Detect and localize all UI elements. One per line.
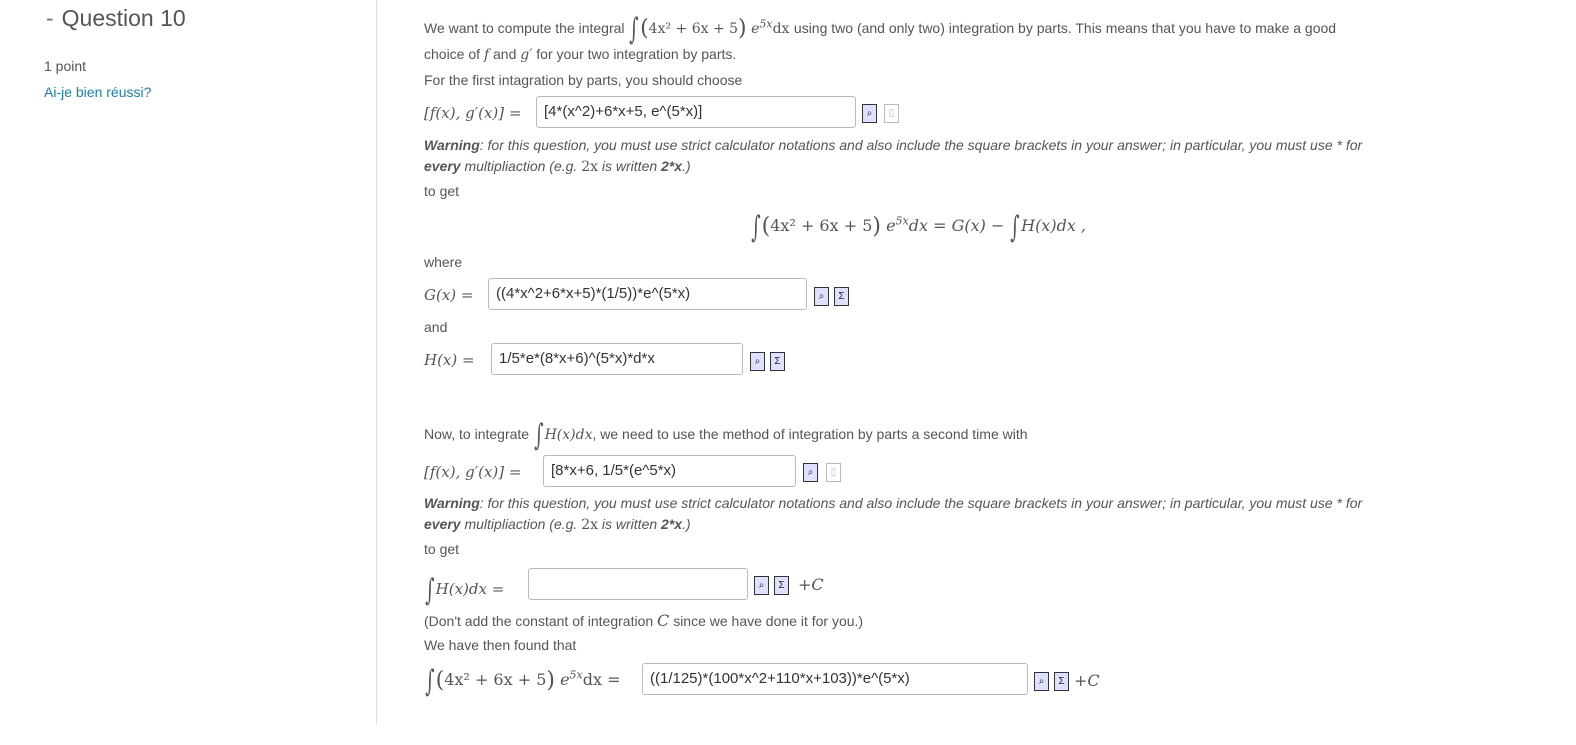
warning-code: 2*x: [661, 158, 683, 174]
now-line: Now, to integrate ∫H(x)dx, we need to us…: [424, 418, 1028, 453]
h-input[interactable]: 1/5*e*(8*x+6)^(5*x)*d*x: [491, 343, 743, 375]
warning-label: Warning: [424, 137, 480, 153]
warning-every: every: [424, 158, 461, 174]
collapse-dash[interactable]: -: [46, 5, 54, 31]
warning-text: : for this question, you must use strict…: [479, 137, 1363, 153]
warning-2: Warning: for this question, you must use…: [424, 493, 1404, 536]
sigma-icon[interactable]: Σ: [770, 352, 785, 371]
second-fg-input[interactable]: [8*x+6, 1/5*(e^5*x): [543, 455, 796, 487]
intro-math-f: f: [483, 47, 490, 63]
check-answer-link[interactable]: Ai-je bien réussi?: [44, 84, 151, 100]
and-text: and: [424, 319, 448, 335]
first-choose-text: For the first intagration by parts, you …: [424, 72, 743, 88]
warning-example: multipliaction (e.g.: [464, 516, 578, 532]
preview-icon[interactable]: ⌕: [862, 104, 877, 123]
warning-written: is written: [601, 158, 658, 174]
sigma-icon[interactable]: Σ: [1054, 672, 1069, 691]
display-equation: ∫(4x² + 6x + 5) e5xdx = G(x) − ∫H(x)dx ,: [751, 210, 1087, 245]
fg-label-2: [f(x), g′(x)] =: [424, 463, 522, 481]
points-label: 1 point: [44, 58, 87, 74]
warning-every: every: [424, 516, 461, 532]
h-label: H(x) =: [424, 351, 475, 369]
blank-doc-icon: ▯: [826, 463, 841, 482]
warning-written: is written: [601, 516, 658, 532]
intro-text-after: using two (and only two) integration by …: [793, 20, 1337, 36]
dont-add-c: C: [657, 611, 670, 630]
blank-doc-icon: ▯: [884, 104, 899, 123]
warning-math: 2x: [581, 517, 599, 533]
preview-icon[interactable]: ⌕: [803, 463, 818, 482]
g-input[interactable]: ((4*x^2+6*x+5)*(1/5))*e^(5*x): [488, 278, 807, 310]
warning-text: : for this question, you must use strict…: [479, 495, 1363, 511]
display-exp-power: 5x: [895, 214, 909, 228]
preview-icon[interactable]: ⌕: [754, 576, 769, 595]
intro-line2-and: and: [493, 46, 517, 62]
question-sidebar: - Question 10 1 point Ai-je bien réussi?: [0, 0, 377, 724]
preview-icon[interactable]: ⌕: [814, 287, 829, 306]
display-exp: e: [886, 216, 896, 235]
first-fg-input[interactable]: [4*(x^2)+6*x+5, e^(5*x)]: [536, 96, 856, 128]
fg-label-1: [f(x), g′(x)] =: [424, 104, 522, 122]
display-rhs: dx = G(x) −: [908, 216, 1010, 235]
dont-add-before: (Don't add the constant of integration: [424, 613, 654, 629]
where-text: where: [424, 254, 463, 270]
intro-text: We want to compute the integral: [424, 20, 625, 36]
sigma-icon[interactable]: Σ: [774, 576, 789, 595]
question-title: - Question 10: [46, 5, 186, 32]
question-title-text: Question 10: [61, 5, 186, 31]
intro-line-2: choice of f and g′ for your two integrat…: [424, 46, 736, 63]
intro-line-1: We want to compute the integral ∫(4x² + …: [424, 12, 1336, 47]
final-exp-power: 5x: [569, 668, 583, 682]
integrand-dx: dx: [772, 21, 790, 37]
now-text-after: , we need to use the method of integrati…: [592, 426, 1028, 442]
final-poly: 4x² + 6x + 5: [444, 670, 547, 689]
to-get-2: to get: [424, 541, 460, 557]
display-poly: 4x² + 6x + 5: [770, 216, 873, 235]
final-exp: e: [560, 670, 570, 689]
now-math: H(x)dx: [544, 427, 593, 443]
intro-line2-text-a: choice of: [424, 46, 481, 62]
integral-expression: ∫(4x² + 6x + 5) e5xdx: [629, 12, 790, 47]
display-rhs2: H(x)dx ,: [1021, 216, 1087, 235]
final-label: ∫(4x² + 6x + 5) e5xdx =: [425, 664, 621, 699]
found-text: We have then found that: [424, 637, 577, 653]
to-get-1: to get: [424, 183, 460, 199]
int-h-label: ∫H(x)dx =: [425, 573, 505, 608]
warning-end: .): [682, 158, 691, 174]
preview-icon[interactable]: ⌕: [1034, 672, 1049, 691]
plus-c-final: +C: [1074, 671, 1100, 690]
dont-add-after: since we have done it for you.): [673, 613, 864, 629]
final-input[interactable]: ((1/125)*(100*x^2+110*x+103))*e^(5*x): [642, 663, 1028, 695]
plus-c-label: +C: [798, 575, 824, 594]
warning-example: multipliaction (e.g.: [464, 158, 578, 174]
warning-math: 2x: [581, 159, 599, 175]
dont-add-text: (Don't add the constant of integration C…: [424, 611, 863, 630]
intro-math-g: g′: [520, 47, 533, 63]
warning-label: Warning: [424, 495, 480, 511]
warning-1: Warning: for this question, you must use…: [424, 135, 1404, 178]
now-text: Now, to integrate: [424, 426, 530, 442]
preview-icon[interactable]: ⌕: [750, 352, 765, 371]
g-label: G(x) =: [424, 286, 474, 304]
int-h-input[interactable]: [528, 568, 748, 600]
intro-line2-text-b: for your two integration by parts.: [536, 46, 737, 62]
integrand-poly: 4x² + 6x + 5: [648, 21, 739, 37]
sigma-icon[interactable]: Σ: [834, 287, 849, 306]
int-h-label-text: H(x)dx =: [435, 580, 505, 598]
integrand-exp-power: 5x: [759, 17, 773, 31]
final-dx-eq: dx =: [582, 670, 621, 689]
warning-end: .): [682, 516, 691, 532]
warning-code: 2*x: [661, 516, 683, 532]
